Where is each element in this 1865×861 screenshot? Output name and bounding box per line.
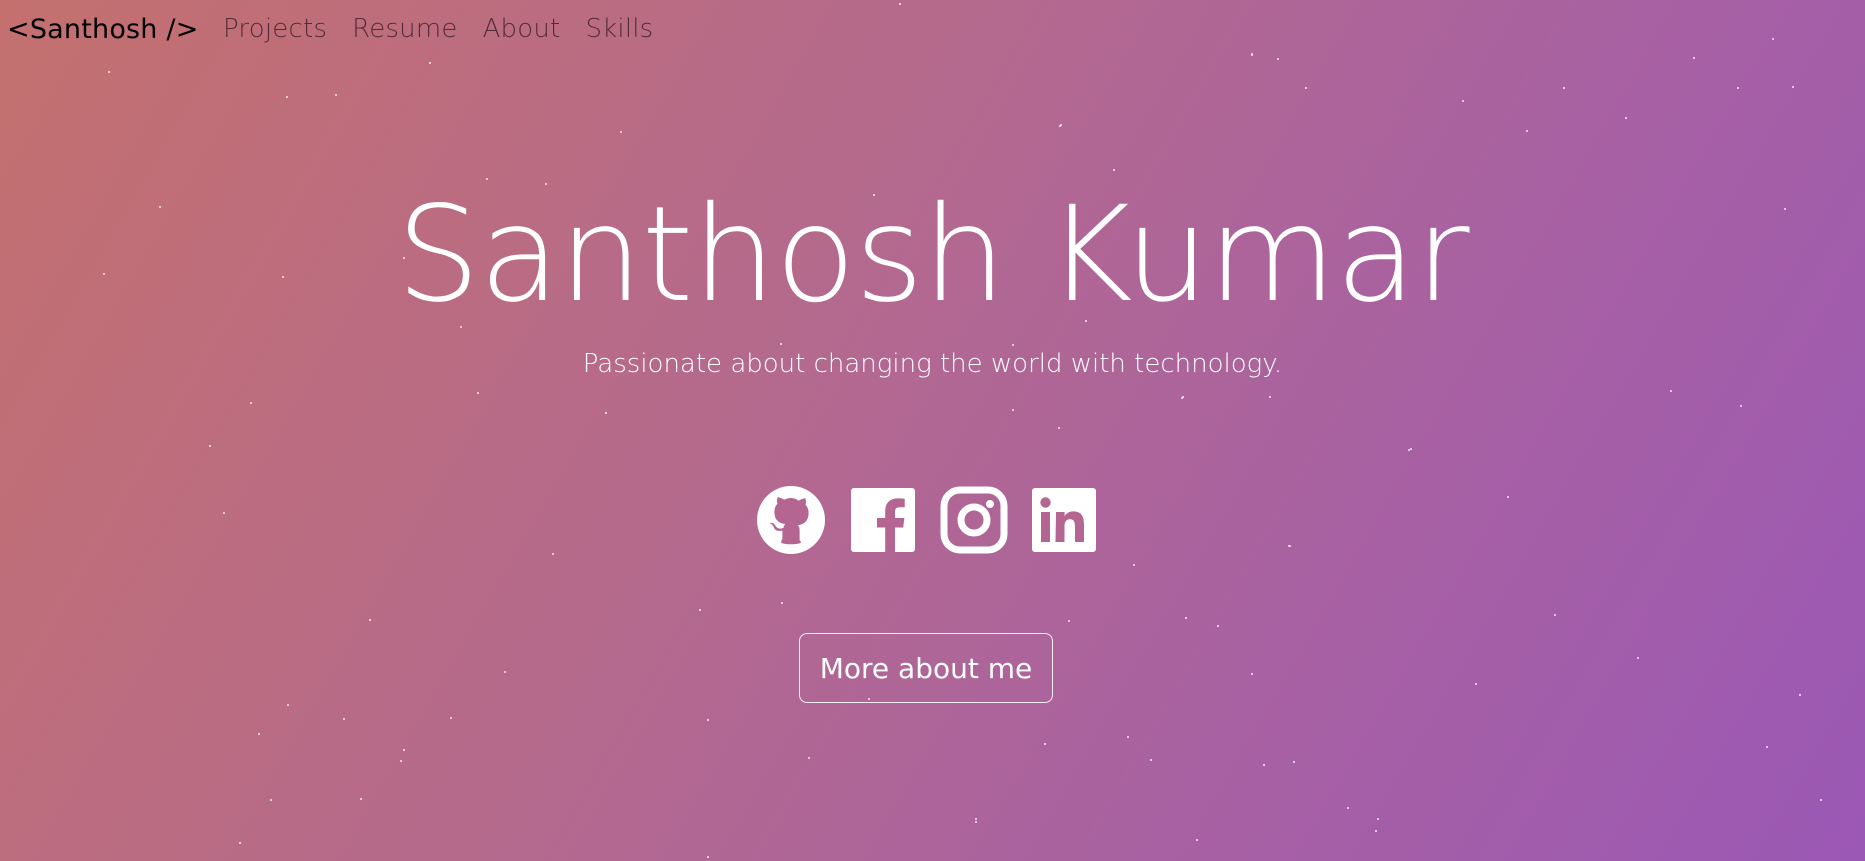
- facebook-icon: [851, 488, 915, 552]
- nav-link-projects[interactable]: Projects: [223, 14, 327, 44]
- instagram-link[interactable]: [940, 486, 1008, 554]
- facebook-link[interactable]: [849, 486, 917, 554]
- nav-link-about[interactable]: About: [483, 14, 561, 44]
- nav-link-resume[interactable]: Resume: [352, 14, 457, 44]
- more-about-me-button[interactable]: More about me: [799, 633, 1053, 703]
- nav-link-skills[interactable]: Skills: [585, 14, 653, 44]
- hero-title: Santhosh Kumar: [396, 178, 1469, 332]
- starfield-background: [103, 3, 1822, 858]
- github-link[interactable]: [757, 486, 825, 554]
- linkedin-link[interactable]: [1030, 486, 1098, 554]
- brand-logo-link[interactable]: <Santhosh />: [7, 14, 199, 45]
- instagram-icon: [940, 486, 1008, 554]
- hero-subtitle: Passionate about changing the world with…: [582, 349, 1283, 379]
- top-navbar: <Santhosh /> Projects Resume About Skill…: [0, 0, 1865, 64]
- linkedin-icon: [1032, 488, 1096, 552]
- social-links: [757, 486, 1097, 554]
- github-icon: [757, 486, 825, 554]
- nav-links: Projects Resume About Skills: [223, 14, 678, 44]
